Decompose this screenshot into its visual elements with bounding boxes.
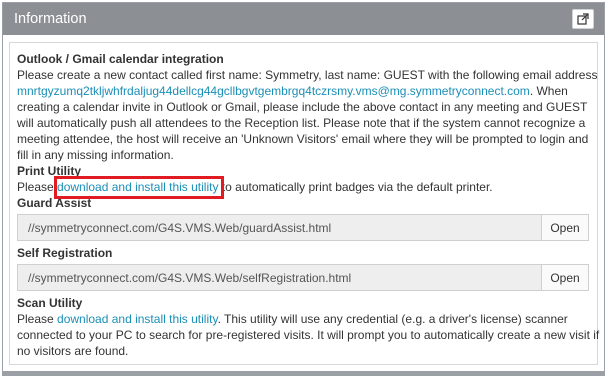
print-text-after: to automatically print badges via the de… — [218, 180, 493, 194]
panel-header: Information — [3, 3, 604, 35]
scan-text-before: Please — [17, 312, 58, 326]
panel-body: Outlook / Gmail calendar integration Ple… — [3, 35, 604, 375]
outlook-text-before: Please create a new contact called first… — [17, 68, 598, 82]
scan-section-title: Scan Utility — [17, 296, 83, 310]
information-panel: Information Outlook / Gmail calendar int… — [2, 2, 605, 376]
scan-description: Please download and install this utility… — [17, 311, 600, 359]
guard-url-field[interactable]: //symmetryconnect.com/G4S.VMS.Web/guardA… — [18, 215, 542, 240]
info-box: Outlook / Gmail calendar integration Ple… — [9, 42, 600, 365]
guard-open-button[interactable]: Open — [542, 215, 588, 240]
panel-bottom-border — [3, 371, 604, 375]
self-reg-open-button[interactable]: Open — [542, 265, 588, 290]
guard-section-title: Guard Assist — [17, 196, 92, 210]
self-reg-url-row: //symmetryconnect.com/G4S.VMS.Web/selfRe… — [17, 264, 589, 291]
panel-title: Information — [14, 11, 87, 27]
info-content: Outlook / Gmail calendar integration Ple… — [17, 51, 600, 359]
print-section-title: Print Utility — [17, 164, 82, 178]
self-reg-url-field[interactable]: //symmetryconnect.com/G4S.VMS.Web/selfRe… — [18, 265, 542, 290]
print-text-before: Please — [17, 180, 58, 194]
outlook-email-link[interactable]: mnrtgyzumq2tkljwhfrdaljug44dellcg44gcllb… — [17, 84, 530, 98]
print-download-link[interactable]: download and install this utility — [54, 176, 225, 199]
guard-url-row: //symmetryconnect.com/G4S.VMS.Web/guardA… — [17, 214, 589, 241]
scan-download-link[interactable]: download and install this utility — [57, 312, 218, 326]
external-link-icon[interactable] — [572, 9, 594, 29]
outlook-description: Please create a new contact called first… — [17, 67, 600, 163]
outlook-section-title: Outlook / Gmail calendar integration — [17, 52, 224, 66]
print-description: Please download and install this utility… — [17, 176, 600, 199]
self-reg-section-title: Self Registration — [17, 246, 113, 260]
